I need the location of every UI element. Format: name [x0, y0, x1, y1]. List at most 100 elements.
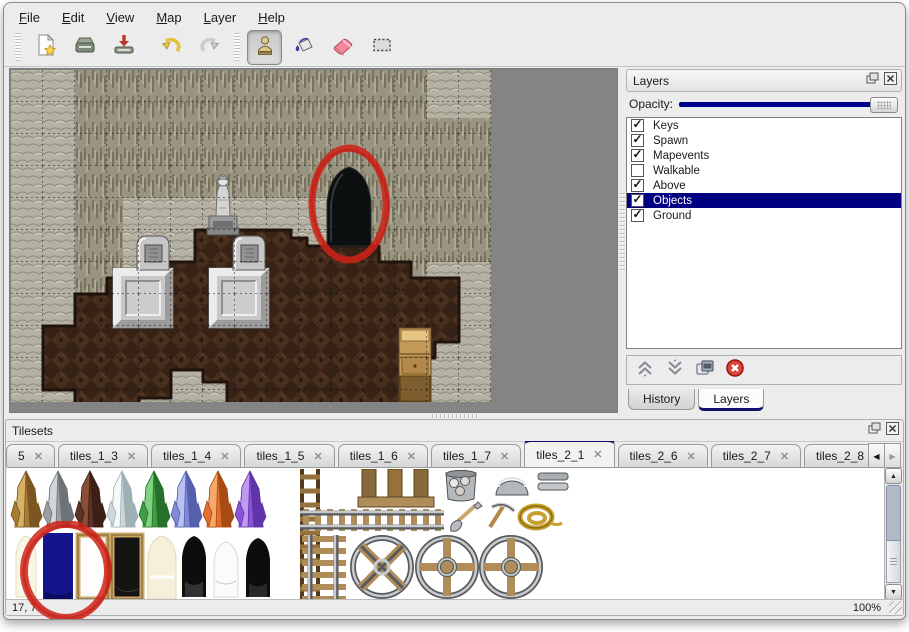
redo-button[interactable]	[192, 30, 227, 65]
delete-layer-button[interactable]	[723, 358, 747, 382]
toolbar-handle-2[interactable]	[234, 33, 240, 61]
layer-row-ground[interactable]: ✓Ground	[627, 208, 901, 223]
layer-visibility-checkbox[interactable]: ✓	[631, 179, 644, 192]
tileset-tab-tiles_2_7[interactable]: tiles_2_7✕	[711, 444, 801, 467]
cursor-coordinates: 17, 7	[6, 602, 853, 614]
dome-tile[interactable]	[496, 478, 528, 495]
tab-close-icon[interactable]: ✕	[313, 450, 322, 463]
duplicate-layer-button[interactable]	[693, 358, 717, 382]
dock-tab-layers[interactable]: Layers	[698, 389, 764, 411]
barrel-tile[interactable]	[446, 471, 476, 502]
menu-item-edit[interactable]: Edit	[53, 8, 93, 27]
track-turn-piece-2	[482, 538, 540, 596]
layer-visibility-checkbox[interactable]: ✓	[631, 119, 644, 132]
opacity-slider[interactable]	[679, 96, 898, 112]
tilesets-float-button[interactable]	[867, 424, 881, 438]
layer-visibility-checkbox[interactable]: ✓	[631, 149, 644, 162]
float-icon	[866, 72, 879, 90]
tilesets-titlebar: Tilesets	[6, 420, 903, 442]
layer-list[interactable]: ✓Keys✓Spawn✓MapeventsWalkable✓Above✓Obje…	[626, 117, 902, 349]
map-canvas[interactable]	[11, 70, 491, 402]
tileset-tab-label: 5	[18, 449, 25, 463]
crystal-tile-2[interactable]	[43, 471, 74, 527]
tab-close-icon[interactable]: ✕	[780, 450, 789, 463]
map-viewport[interactable]	[9, 68, 618, 413]
undo-button[interactable]	[153, 30, 188, 65]
stamp-tool-button[interactable]	[247, 30, 282, 65]
tileset-tab-tiles_2_6[interactable]: tiles_2_6✕	[618, 444, 708, 467]
tool-sprites[interactable]	[451, 502, 562, 531]
tab-close-icon[interactable]: ✕	[407, 450, 416, 463]
tilesets-close-button[interactable]	[885, 424, 899, 438]
layer-visibility-checkbox[interactable]: ✓	[631, 194, 644, 207]
vertical-splitter[interactable]	[619, 68, 626, 413]
scroll-left-icon[interactable]: ◀	[868, 443, 885, 469]
select-tool-button[interactable]	[364, 30, 399, 65]
resize-grip[interactable]	[889, 601, 902, 614]
scrollbar-grip[interactable]	[886, 541, 901, 583]
layer-row-walkable[interactable]: Walkable	[627, 163, 901, 178]
tileset-tab-tiles_1_4[interactable]: tiles_1_4✕	[151, 444, 241, 467]
layer-visibility-checkbox[interactable]: ✓	[631, 134, 644, 147]
open-button[interactable]	[67, 30, 102, 65]
crystal-tile-1[interactable]	[11, 471, 42, 527]
tileset-tab-tiles_1_7[interactable]: tiles_1_7✕	[431, 444, 521, 467]
crystal-tile-7[interactable]	[203, 471, 234, 527]
scrollbar-thumb[interactable]	[886, 485, 901, 541]
selected-navy-tile[interactable]	[43, 533, 73, 600]
hanging-planks	[358, 469, 434, 507]
tileset-canvas[interactable]	[10, 469, 870, 600]
menu-item-view[interactable]: View	[97, 8, 143, 27]
tileset-tab-tiles_1_6[interactable]: tiles_1_6✕	[338, 444, 428, 467]
layer-row-keys[interactable]: ✓Keys	[627, 118, 901, 133]
menu-item-layer[interactable]: Layer	[195, 8, 246, 27]
tab-close-icon[interactable]: ✕	[34, 450, 43, 463]
crystal-tile-4[interactable]	[107, 471, 138, 527]
toolbar-handle[interactable]	[15, 33, 21, 61]
save-button[interactable]	[106, 30, 141, 65]
tab-close-icon[interactable]: ✕	[687, 450, 696, 463]
layer-row-spawn[interactable]: ✓ Spawn	[627, 133, 901, 148]
menu-item-help[interactable]: Help	[249, 8, 294, 27]
scroll-down-icon[interactable]: ▼	[885, 584, 902, 600]
horizontal-splitter-grip[interactable]	[432, 414, 478, 418]
tileset-tab-5[interactable]: 5✕	[6, 444, 55, 467]
menu-item-map[interactable]: Map	[147, 8, 190, 27]
tileset-content[interactable]: ▲ ▼	[7, 467, 902, 600]
scroll-right-icon[interactable]: ▶	[885, 443, 901, 469]
tileset-tab-tiles_1_5[interactable]: tiles_1_5 ✕	[244, 444, 334, 467]
fill-tool-button[interactable]	[286, 30, 321, 65]
scroll-up-icon[interactable]: ▲	[885, 468, 902, 484]
delete-icon	[725, 358, 745, 383]
menu-item-file[interactable]: File	[10, 8, 49, 27]
tileset-scrollbar[interactable]: ▲ ▼	[884, 468, 902, 600]
vertical-splitter-grip[interactable]	[620, 193, 625, 273]
tileset-tab-tiles_2_8[interactable]: tiles_2_8✕	[804, 444, 869, 467]
layer-label: Spawn	[653, 135, 688, 147]
tab-close-icon[interactable]: ✕	[127, 450, 136, 463]
move-layer-down-button[interactable]	[663, 358, 687, 382]
layer-row-objects[interactable]: ✓Objects	[627, 193, 901, 208]
dock-tab-history[interactable]: History	[628, 389, 695, 410]
layer-visibility-checkbox[interactable]	[631, 164, 644, 177]
tab-close-icon[interactable]: ✕	[500, 450, 509, 463]
crystal-tile-3[interactable]	[75, 471, 106, 527]
new-file-button[interactable]	[28, 30, 63, 65]
eraser-tool-button[interactable]	[325, 30, 360, 65]
crystal-tile-8[interactable]	[235, 471, 266, 527]
close-panel-button[interactable]	[883, 74, 897, 88]
tab-close-icon[interactable]: ✕	[593, 448, 602, 461]
tab-close-icon[interactable]: ✕	[220, 450, 229, 463]
opacity-slider-track[interactable]	[679, 102, 898, 107]
crystal-tile-6[interactable]	[171, 471, 202, 527]
tileset-tab-tiles_2_1[interactable]: tiles_2_1✕	[524, 441, 614, 467]
layer-visibility-checkbox[interactable]: ✓	[631, 209, 644, 222]
crystal-tile-5[interactable]	[139, 471, 170, 527]
move-layer-up-button[interactable]	[633, 358, 657, 382]
tileset-tab-tiles_1_3[interactable]: tiles_1_3✕	[58, 444, 148, 467]
tileset-tab-label: tiles_1_5	[256, 449, 304, 463]
opacity-slider-handle[interactable]	[870, 97, 898, 113]
layer-row-above[interactable]: ✓Above	[627, 178, 901, 193]
float-panel-button[interactable]	[865, 74, 879, 88]
layer-row-mapevents[interactable]: ✓Mapevents	[627, 148, 901, 163]
